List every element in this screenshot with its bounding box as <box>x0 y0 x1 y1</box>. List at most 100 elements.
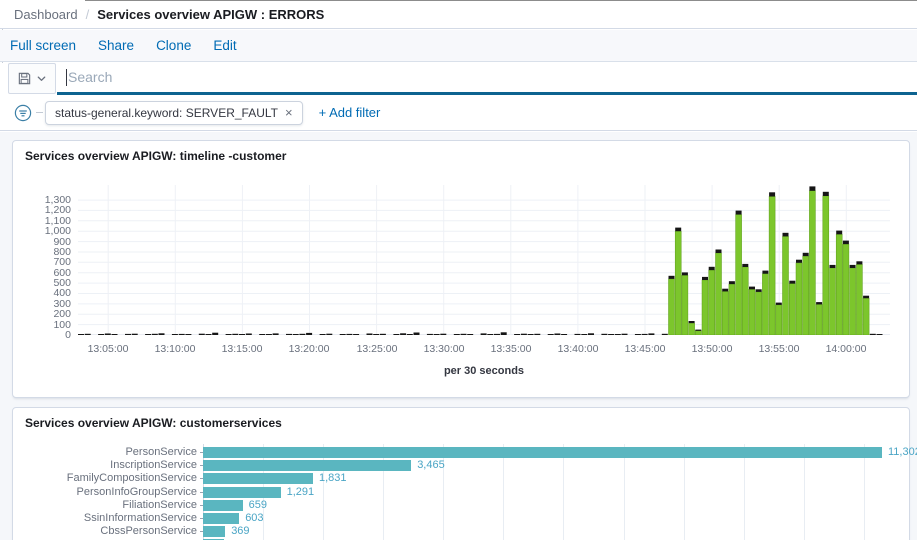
timeline-bar[interactable] <box>776 305 782 335</box>
timeline-bar-top[interactable] <box>172 334 178 335</box>
hbar-bar[interactable] <box>203 513 239 524</box>
timeline-bar-top[interactable] <box>299 334 305 335</box>
timeline-bar[interactable] <box>669 279 675 335</box>
timeline-bar-top[interactable] <box>400 333 406 335</box>
timeline-bar-top[interactable] <box>601 334 607 335</box>
timeline-bar[interactable] <box>850 268 856 335</box>
timeline-bar-top[interactable] <box>635 334 641 335</box>
timeline-bar-top[interactable] <box>380 334 386 335</box>
timeline-bar-top[interactable] <box>199 334 205 335</box>
timeline-bar-top[interactable] <box>514 334 520 335</box>
filter-options-button[interactable] <box>12 102 34 124</box>
timeline-bar-top[interactable] <box>554 334 560 336</box>
timeline-bar-top[interactable] <box>608 334 614 335</box>
timeline-bar-top[interactable] <box>320 334 326 335</box>
timeline-bar-top[interactable] <box>346 334 352 335</box>
timeline-bar-top[interactable] <box>461 334 467 335</box>
hbar-bar[interactable] <box>203 487 281 498</box>
timeline-bar-top[interactable] <box>481 333 487 335</box>
hbar-bar[interactable] <box>203 473 313 484</box>
timeline-bar-top[interactable] <box>830 265 836 268</box>
timeline-bar-top[interactable] <box>306 333 312 335</box>
timeline-bar-top[interactable] <box>152 334 158 335</box>
timeline-bar[interactable] <box>736 215 742 335</box>
timeline-bar-top[interactable] <box>622 334 628 335</box>
timeline-bar[interactable] <box>722 291 728 335</box>
timeline-bar-top[interactable] <box>561 334 567 335</box>
timeline-bar[interactable] <box>756 292 762 335</box>
timeline-bar-top[interactable] <box>367 334 373 336</box>
timeline-bar-top[interactable] <box>85 334 91 335</box>
timeline-bar-top[interactable] <box>159 333 165 335</box>
timeline-bar-top[interactable] <box>749 287 755 290</box>
timeline-bar[interactable] <box>709 270 715 335</box>
timeline-bar[interactable] <box>856 264 862 335</box>
timeline-bar-top[interactable] <box>709 267 715 270</box>
timeline-bar-top[interactable] <box>581 334 587 335</box>
timeline-bar-top[interactable] <box>742 264 748 267</box>
remove-filter-icon[interactable]: × <box>285 105 293 120</box>
timeline-bar[interactable] <box>783 236 789 335</box>
timeline-bar-top[interactable] <box>662 334 668 335</box>
timeline-bar-top[interactable] <box>212 333 218 335</box>
timeline-bar-top[interactable] <box>521 334 527 335</box>
saved-query-menu-button[interactable] <box>8 63 56 94</box>
timeline-bar-top[interactable] <box>353 334 359 335</box>
timeline-bar-top[interactable] <box>125 334 131 335</box>
timeline-bar-top[interactable] <box>494 334 500 335</box>
timeline-bar[interactable] <box>769 196 775 335</box>
timeline-bar-top[interactable] <box>789 281 795 284</box>
timeline-bar[interactable] <box>695 331 701 335</box>
timeline-bar[interactable] <box>816 304 822 335</box>
timeline-bar-top[interactable] <box>393 334 399 335</box>
timeline-bar[interactable] <box>796 263 802 335</box>
timeline-bar-top[interactable] <box>675 228 681 232</box>
timeline-bar-top[interactable] <box>736 211 742 215</box>
timeline-bar-top[interactable] <box>803 253 809 256</box>
clone-button[interactable]: Clone <box>156 38 191 53</box>
timeline-bar-top[interactable] <box>823 192 829 196</box>
timeline-bar-top[interactable] <box>112 334 118 335</box>
timeline-bar[interactable] <box>789 284 795 335</box>
timeline-bar-top[interactable] <box>454 334 460 335</box>
timeline-bar[interactable] <box>689 323 695 335</box>
timeline-bar-top[interactable] <box>769 192 775 196</box>
timeline-bar-top[interactable] <box>588 333 594 335</box>
timeline-bar-top[interactable] <box>467 334 473 335</box>
timeline-bar-top[interactable] <box>615 334 621 335</box>
timeline-bar-top[interactable] <box>78 334 84 335</box>
timeline-bar-top[interactable] <box>534 334 540 335</box>
hbar-bar[interactable] <box>203 460 411 471</box>
hbar-bar[interactable] <box>203 526 225 537</box>
timeline-bar-top[interactable] <box>407 334 413 335</box>
timeline-bar-top[interactable] <box>729 281 735 284</box>
timeline-bar-top[interactable] <box>669 276 675 279</box>
timeline-bar-top[interactable] <box>689 321 695 323</box>
timeline-bar[interactable] <box>749 289 755 335</box>
hbar-bar[interactable] <box>203 500 243 511</box>
timeline-bar-top[interactable] <box>783 233 789 237</box>
timeline-bar[interactable] <box>716 253 722 335</box>
share-button[interactable]: Share <box>98 38 134 53</box>
timeline-bar-top[interactable] <box>98 334 104 335</box>
timeline-bar-top[interactable] <box>232 334 238 335</box>
timeline-bar[interactable] <box>762 274 768 335</box>
timeline-bar-top[interactable] <box>863 296 869 299</box>
timeline-bar-top[interactable] <box>132 334 138 335</box>
timeline-bar-top[interactable] <box>246 334 252 336</box>
timeline-bar-top[interactable] <box>226 334 232 335</box>
timeline-bar-top[interactable] <box>259 334 265 335</box>
timeline-bar-top[interactable] <box>642 334 648 335</box>
timeline-bar-top[interactable] <box>440 334 446 335</box>
timeline-bar-top[interactable] <box>836 231 842 235</box>
timeline-bar-top[interactable] <box>206 334 212 335</box>
timeline-bar[interactable] <box>836 234 842 335</box>
timeline-bar[interactable] <box>729 284 735 335</box>
timeline-bar-top[interactable] <box>682 272 688 275</box>
timeline-bar[interactable] <box>843 244 849 335</box>
search-input[interactable] <box>57 63 917 91</box>
timeline-bar[interactable] <box>809 191 815 335</box>
full-screen-button[interactable]: Full screen <box>10 38 76 53</box>
hbar-bar[interactable] <box>203 447 882 458</box>
timeline-bar-top[interactable] <box>185 334 191 335</box>
